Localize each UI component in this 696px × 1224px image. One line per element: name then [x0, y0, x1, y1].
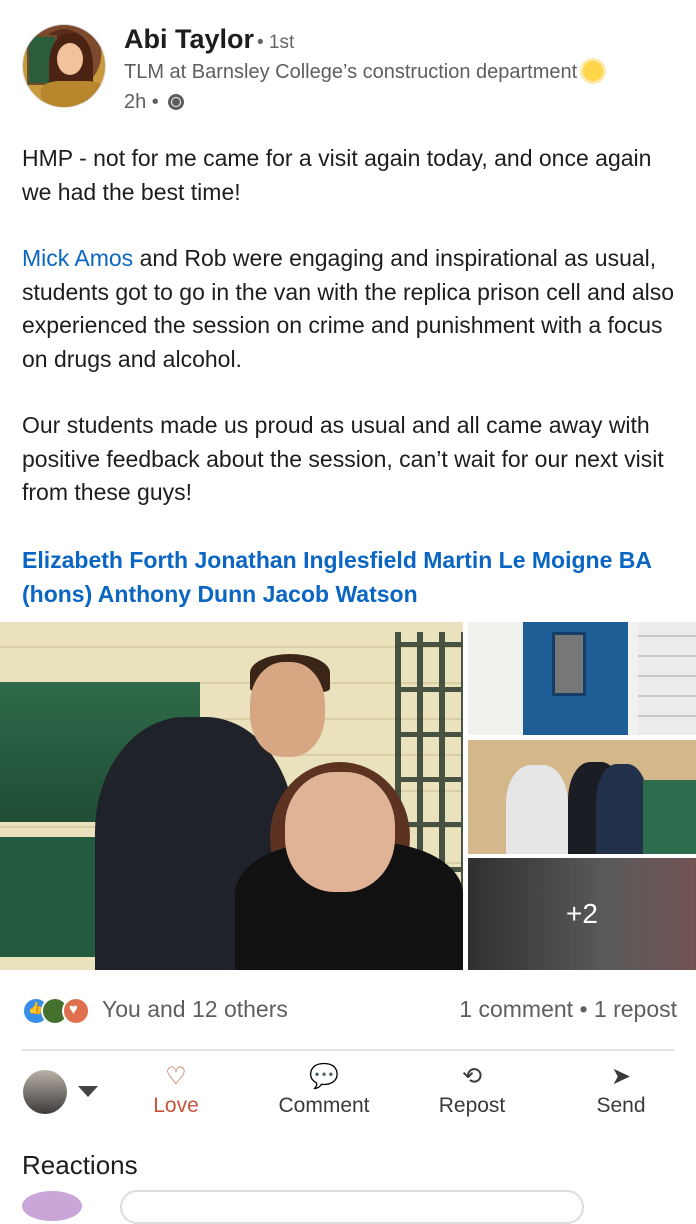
heart-icon: ♡ [165, 1063, 187, 1090]
photo-door[interactable] [468, 622, 696, 735]
photo-person-2-face [285, 772, 395, 892]
photo-group[interactable] [468, 740, 696, 854]
brick-wall [638, 622, 696, 735]
divider [22, 1049, 674, 1051]
photo-main[interactable] [0, 622, 463, 970]
tagged-people[interactable]: Elizabeth Forth Jonathan Inglesfield Mar… [22, 543, 682, 611]
reactions-heading: Reactions [22, 1150, 138, 1180]
comment-icon: 💬 [309, 1063, 339, 1090]
post-body: HMP - not for me came for a visit again … [22, 142, 682, 510]
reaction-icons[interactable] [22, 997, 96, 1025]
photo-grid[interactable]: +2 [0, 622, 696, 970]
love-icon [62, 997, 90, 1025]
post-time: 2h • [124, 91, 185, 114]
time-text: 2h • [124, 91, 159, 113]
love-button[interactable]: ♡ Love [145, 1062, 207, 1118]
face-shape [57, 43, 83, 75]
photo-more[interactable]: +2 [468, 858, 696, 970]
author-headline: TLM at Barnsley College’s construction d… [124, 61, 604, 84]
photo-person-1-face [250, 662, 325, 757]
author-name[interactable]: Abi Taylor [124, 24, 254, 55]
mention-link[interactable]: Mick Amos [22, 245, 133, 271]
repost-label: Repost [438, 1094, 506, 1117]
sun-icon [583, 61, 604, 81]
reactor-avatar[interactable] [22, 1191, 82, 1221]
repost-button[interactable]: ⟲ Repost [435, 1062, 509, 1118]
send-label: Send [596, 1094, 646, 1117]
group-bed [643, 780, 696, 854]
post-paragraph-3: Our students made us proud as usual and … [22, 412, 664, 505]
social-counts: You and 12 others 1 comment • 1 repost [22, 993, 677, 1029]
reactions-strip[interactable] [120, 1190, 584, 1224]
send-button[interactable]: ➤ Send [588, 1062, 654, 1118]
door-window [552, 632, 586, 696]
post-paragraph-2: Mick Amos and Rob were engaging and insp… [22, 242, 682, 376]
action-bar: ♡ Love 💬 Comment ⟲ Repost ➤ Send [0, 1060, 696, 1130]
group-person-3 [596, 764, 648, 854]
repost-icon: ⟲ [461, 1063, 483, 1090]
post-paragraph-1: HMP - not for me came for a visit again … [22, 145, 652, 205]
headline-text: TLM at Barnsley College’s construction d… [124, 61, 578, 83]
reactions-count[interactable]: You and 12 others [102, 996, 288, 1023]
love-label: Love [153, 1094, 199, 1117]
post-header: Abi Taylor • 1st TLM at Barnsley College… [0, 0, 696, 135]
comments-reposts-count[interactable]: 1 comment • 1 repost [459, 996, 677, 1023]
more-photos-count[interactable]: +2 [468, 858, 696, 970]
current-user-avatar[interactable] [23, 1070, 67, 1114]
connection-degree: • 1st [257, 32, 295, 53]
shirt-shape [41, 81, 105, 107]
comment-label: Comment [278, 1094, 370, 1117]
group-person-1 [506, 765, 568, 854]
globe-icon [168, 94, 185, 110]
send-icon: ➤ [610, 1063, 632, 1090]
comment-button[interactable]: 💬 Comment [272, 1062, 376, 1118]
chevron-down-icon[interactable] [78, 1086, 98, 1097]
author-avatar[interactable] [22, 24, 106, 108]
